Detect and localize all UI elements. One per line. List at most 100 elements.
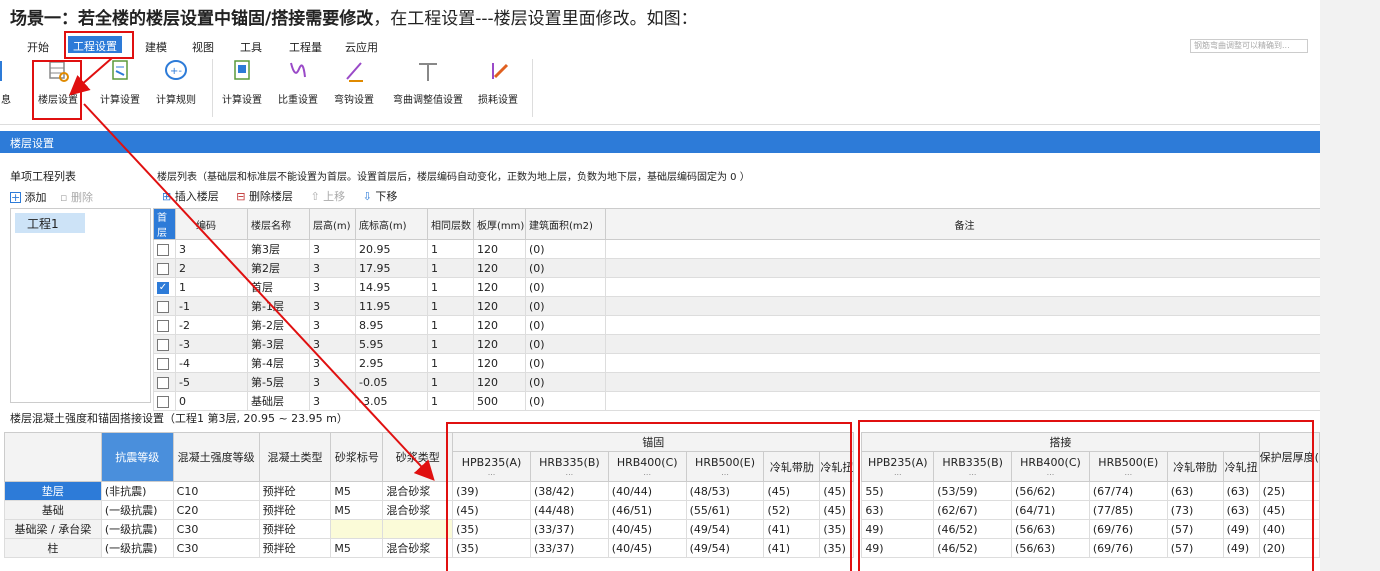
code-cell[interactable]: -2	[175, 315, 248, 335]
anchor-value-cell[interactable]: (45)	[819, 500, 855, 520]
concrete-strength-cell[interactable]: C20	[172, 500, 260, 520]
bottom-elev-cell[interactable]: -0.05	[355, 372, 428, 392]
table-row[interactable]: -5 第-5层 3 -0.05 1 120 (0)	[153, 372, 1320, 392]
lap-value-cell[interactable]: (63)	[1222, 500, 1260, 520]
delete-floor-button[interactable]: ⊟ 删除楼层	[236, 190, 293, 203]
height-cell[interactable]: 3	[309, 391, 356, 411]
lap-value-cell[interactable]: (69/76)	[1088, 519, 1168, 539]
area-cell[interactable]: (0)	[525, 258, 606, 278]
concrete-strength-cell[interactable]: C10	[172, 481, 260, 501]
mortar-type-cell[interactable]: 混合砂浆	[382, 538, 454, 558]
slab-thick-cell[interactable]: 120	[473, 353, 526, 373]
first-floor-checkbox[interactable]	[157, 338, 169, 351]
note-cell[interactable]	[605, 315, 1320, 335]
lap-value-cell[interactable]: (57)	[1166, 538, 1224, 558]
seismic-level-cell[interactable]: (一级抗震)	[100, 500, 174, 520]
first-floor-checkbox[interactable]: ✓	[157, 281, 169, 294]
height-cell[interactable]: 3	[309, 296, 356, 316]
code-cell[interactable]: 1	[175, 277, 248, 297]
lap-value-cell[interactable]: (46/52)	[933, 538, 1013, 558]
same-count-cell[interactable]: 1	[427, 391, 474, 411]
slab-thick-cell[interactable]: 120	[473, 315, 526, 335]
lap-value-cell[interactable]: 49)	[861, 519, 935, 539]
lap-value-cell[interactable]: (67/74)	[1088, 481, 1168, 501]
same-count-cell[interactable]: 1	[427, 258, 474, 278]
first-floor-checkbox[interactable]	[157, 262, 169, 275]
floor-name-cell[interactable]: 第-2层	[247, 315, 310, 335]
height-cell[interactable]: 3	[309, 239, 356, 259]
same-count-cell[interactable]: 1	[427, 353, 474, 373]
table-row[interactable]: 2 第2层 3 17.95 1 120 (0)	[153, 258, 1320, 278]
lap-value-cell[interactable]: (56/63)	[1011, 538, 1090, 558]
lap-value-cell[interactable]: (46/52)	[933, 519, 1013, 539]
anchor-value-cell[interactable]: (35)	[819, 519, 855, 539]
delete-button[interactable]: ▫ 删除	[60, 191, 93, 204]
concrete-strength-cell[interactable]: C30	[172, 538, 260, 558]
code-cell[interactable]: -5	[175, 372, 248, 392]
height-cell[interactable]: 3	[309, 258, 356, 278]
lap-value-cell[interactable]: (56/63)	[1011, 519, 1090, 539]
floor-settings-button[interactable]: 楼层设置	[34, 59, 82, 106]
slab-thick-cell[interactable]: 500	[473, 391, 526, 411]
anchor-value-cell[interactable]: (35)	[819, 538, 855, 558]
mortar-grade-cell[interactable]: M5	[330, 500, 384, 520]
lap-value-cell[interactable]: 49)	[861, 538, 935, 558]
lap-value-cell[interactable]: (64/71)	[1011, 500, 1090, 520]
anchor-value-cell[interactable]: (52)	[763, 500, 821, 520]
code-cell[interactable]: -4	[175, 353, 248, 373]
slab-thick-cell[interactable]: 120	[473, 334, 526, 354]
anchor-value-cell[interactable]: (41)	[763, 538, 821, 558]
floor-name-cell[interactable]: 基础层	[247, 391, 310, 411]
lap-value-cell[interactable]: (63)	[1222, 481, 1260, 501]
calc-settings-2-button[interactable]: 计算设置	[218, 59, 266, 106]
floor-name-cell[interactable]: 第-4层	[247, 353, 310, 373]
bottom-elev-cell[interactable]: 2.95	[355, 353, 428, 373]
seismic-level-cell[interactable]: (一级抗震)	[100, 538, 174, 558]
tab-project-settings[interactable]: 工程设置	[68, 36, 122, 53]
concrete-type-cell[interactable]: 预拌砼	[258, 538, 332, 558]
slab-thick-cell[interactable]: 120	[473, 277, 526, 297]
mortar-grade-cell[interactable]: M5	[330, 538, 384, 558]
slab-thick-cell[interactable]: 120	[473, 296, 526, 316]
floor-name-cell[interactable]: 第-5层	[247, 372, 310, 392]
anchor-value-cell[interactable]: (40/45)	[607, 538, 687, 558]
bend-adjust-button[interactable]: 弯曲调整值设置	[386, 59, 470, 106]
cover-value-cell[interactable]: (45)	[1258, 500, 1320, 520]
note-cell[interactable]	[605, 372, 1320, 392]
floor-name-cell[interactable]: 第-1层	[247, 296, 310, 316]
floor-name-cell[interactable]: 第3层	[247, 239, 310, 259]
anchor-value-cell[interactable]: (35)	[452, 538, 531, 558]
code-cell[interactable]: -3	[175, 334, 248, 354]
anchor-value-cell[interactable]: (33/37)	[529, 519, 609, 539]
note-cell[interactable]	[605, 391, 1320, 411]
note-cell[interactable]	[605, 353, 1320, 373]
info-button[interactable]: 息	[0, 59, 16, 106]
anchor-value-cell[interactable]: (38/42)	[529, 481, 609, 501]
area-cell[interactable]: (0)	[525, 334, 606, 354]
bottom-elev-cell[interactable]: 17.95	[355, 258, 428, 278]
lap-value-cell[interactable]: (49)	[1222, 538, 1260, 558]
same-count-cell[interactable]: 1	[427, 372, 474, 392]
concrete-type-cell[interactable]: 预拌砼	[258, 481, 332, 501]
area-cell[interactable]: (0)	[525, 315, 606, 335]
cover-value-cell[interactable]: (40)	[1258, 519, 1320, 539]
first-floor-checkbox[interactable]	[157, 357, 169, 370]
anchor-value-cell[interactable]: (49/54)	[685, 538, 765, 558]
bottom-elev-cell[interactable]: 20.95	[355, 239, 428, 259]
height-cell[interactable]: 3	[309, 315, 356, 335]
area-cell[interactable]: (0)	[525, 239, 606, 259]
bottom-elev-cell[interactable]: -3.05	[355, 391, 428, 411]
table-row[interactable]: -4 第-4层 3 2.95 1 120 (0)	[153, 353, 1320, 373]
lap-value-cell[interactable]: (62/67)	[933, 500, 1013, 520]
area-cell[interactable]: (0)	[525, 391, 606, 411]
insert-floor-button[interactable]: ⊞ 插入楼层	[162, 190, 219, 203]
table-row[interactable]: -1 第-1层 3 11.95 1 120 (0)	[153, 296, 1320, 316]
table-row[interactable]: 3 第3层 3 20.95 1 120 (0)	[153, 239, 1320, 259]
code-cell[interactable]: 3	[175, 239, 248, 259]
first-floor-checkbox[interactable]	[157, 300, 169, 313]
slab-thick-cell[interactable]: 120	[473, 372, 526, 392]
table-row[interactable]: ✓ 1 首层 3 14.95 1 120 (0)	[153, 277, 1320, 297]
lap-value-cell[interactable]: (57)	[1166, 519, 1224, 539]
area-cell[interactable]: (0)	[525, 277, 606, 297]
first-floor-checkbox[interactable]	[157, 319, 169, 332]
